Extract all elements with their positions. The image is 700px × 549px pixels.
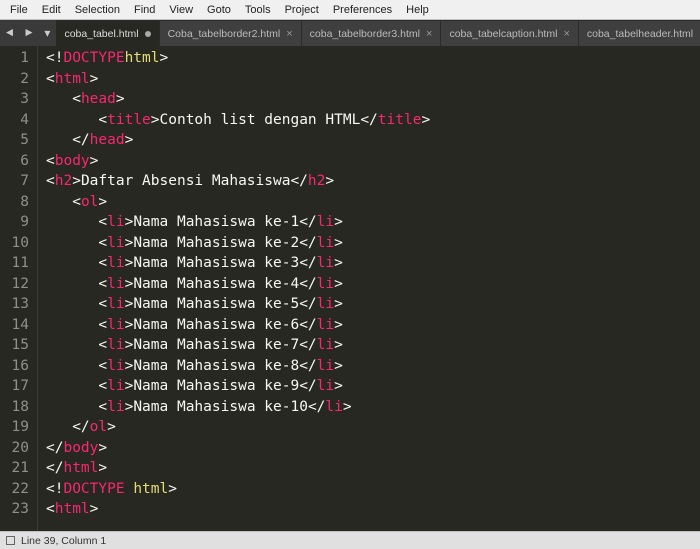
line-number: 9 [6,212,29,233]
line-number: 7 [6,171,29,192]
code-line[interactable]: <head> [46,89,430,110]
line-number: 16 [6,356,29,377]
line-number: 22 [6,479,29,500]
code-line[interactable]: <h2>Daftar Absensi Mahasiswa</h2> [46,171,430,192]
code-line[interactable]: <body> [46,151,430,172]
nav-dropdown-icon[interactable]: ▾ [38,26,56,41]
close-icon[interactable]: × [286,28,292,40]
menu-file[interactable]: File [4,2,34,18]
tab-coba-tabelcaption[interactable]: coba_tabelcaption.html × [441,20,578,46]
menu-project[interactable]: Project [279,2,325,18]
code-line[interactable]: <li>Nama Mahasiswa ke-1</li> [46,212,430,233]
nav-forward-icon[interactable]: ► [19,26,38,40]
code-line[interactable]: <title>Contoh list dengan HTML</title> [46,110,430,131]
editor[interactable]: 1234567891011121314151617181920212223 <!… [0,46,700,531]
line-number: 18 [6,397,29,418]
tab-coba-tabelborder2[interactable]: Coba_tabelborder2.html × [160,20,302,46]
line-number: 13 [6,294,29,315]
tab-label: coba_tabelcaption.html [449,28,557,40]
line-number: 4 [6,110,29,131]
line-number: 21 [6,458,29,479]
tab-label: coba_tabel.html [64,28,138,40]
dirty-indicator-icon [145,31,151,37]
code-line[interactable]: <html> [46,499,430,520]
line-number: 2 [6,69,29,90]
line-number: 11 [6,253,29,274]
line-number: 8 [6,192,29,213]
tab-label: Coba_tabelborder2.html [168,28,281,40]
tab-label: coba_tabelborder3.html [310,28,420,40]
line-number: 5 [6,130,29,151]
line-number: 17 [6,376,29,397]
statusbar: Line 39, Column 1 [0,531,700,549]
code-line[interactable]: <li>Nama Mahasiswa ke-9</li> [46,376,430,397]
panel-switch-icon[interactable] [6,536,15,545]
code-line[interactable]: </html> [46,458,430,479]
line-number: 23 [6,499,29,520]
tab-coba-tabel[interactable]: coba_tabel.html [56,20,159,46]
line-gutter: 1234567891011121314151617181920212223 [0,46,38,531]
line-number: 15 [6,335,29,356]
code-line[interactable]: <li>Nama Mahasiswa ke-2</li> [46,233,430,254]
menu-find[interactable]: Find [128,2,161,18]
close-icon[interactable]: × [563,28,569,40]
line-number: 1 [6,48,29,69]
code-line[interactable]: <li>Nama Mahasiswa ke-8</li> [46,356,430,377]
line-number: 14 [6,315,29,336]
nav-back-icon[interactable]: ◄ [0,26,19,40]
menu-selection[interactable]: Selection [69,2,126,18]
line-number: 12 [6,274,29,295]
tab-coba-tabelheader[interactable]: coba_tabelheader.html × [579,20,700,46]
tab-label: coba_tabelheader.html [587,28,693,40]
tab-coba-tabelborder3[interactable]: coba_tabelborder3.html × [302,20,442,46]
close-icon[interactable]: × [426,28,432,40]
code-area[interactable]: <!DOCTYPEhtml><html> <head> <title>Conto… [38,46,430,531]
line-number: 20 [6,438,29,459]
code-line[interactable]: </head> [46,130,430,151]
menu-help[interactable]: Help [400,2,435,18]
line-number: 10 [6,233,29,254]
code-line[interactable]: <li>Nama Mahasiswa ke-7</li> [46,335,430,356]
code-line[interactable]: <ol> [46,192,430,213]
menubar: File Edit Selection Find View Goto Tools… [0,0,700,20]
code-line[interactable]: <!DOCTYPEhtml> [46,48,430,69]
code-line[interactable]: <li>Nama Mahasiswa ke-10</li> [46,397,430,418]
code-line[interactable]: <li>Nama Mahasiswa ke-5</li> [46,294,430,315]
code-line[interactable]: <li>Nama Mahasiswa ke-6</li> [46,315,430,336]
line-number: 3 [6,89,29,110]
code-line[interactable]: </ol> [46,417,430,438]
line-number: 6 [6,151,29,172]
code-line[interactable]: </body> [46,438,430,459]
menu-edit[interactable]: Edit [36,2,67,18]
tab-row: ◄ ► ▾ coba_tabel.html Coba_tabelborder2.… [0,20,700,46]
code-line[interactable]: <!DOCTYPE html> [46,479,430,500]
code-line[interactable]: <html> [46,69,430,90]
menu-tools[interactable]: Tools [239,2,277,18]
menu-view[interactable]: View [163,2,199,18]
code-line[interactable]: <li>Nama Mahasiswa ke-3</li> [46,253,430,274]
line-number: 19 [6,417,29,438]
menu-goto[interactable]: Goto [201,2,237,18]
tabs-container: coba_tabel.html Coba_tabelborder2.html ×… [56,20,700,46]
code-line[interactable]: <li>Nama Mahasiswa ke-4</li> [46,274,430,295]
menu-preferences[interactable]: Preferences [327,2,398,18]
cursor-position: Line 39, Column 1 [21,535,106,547]
